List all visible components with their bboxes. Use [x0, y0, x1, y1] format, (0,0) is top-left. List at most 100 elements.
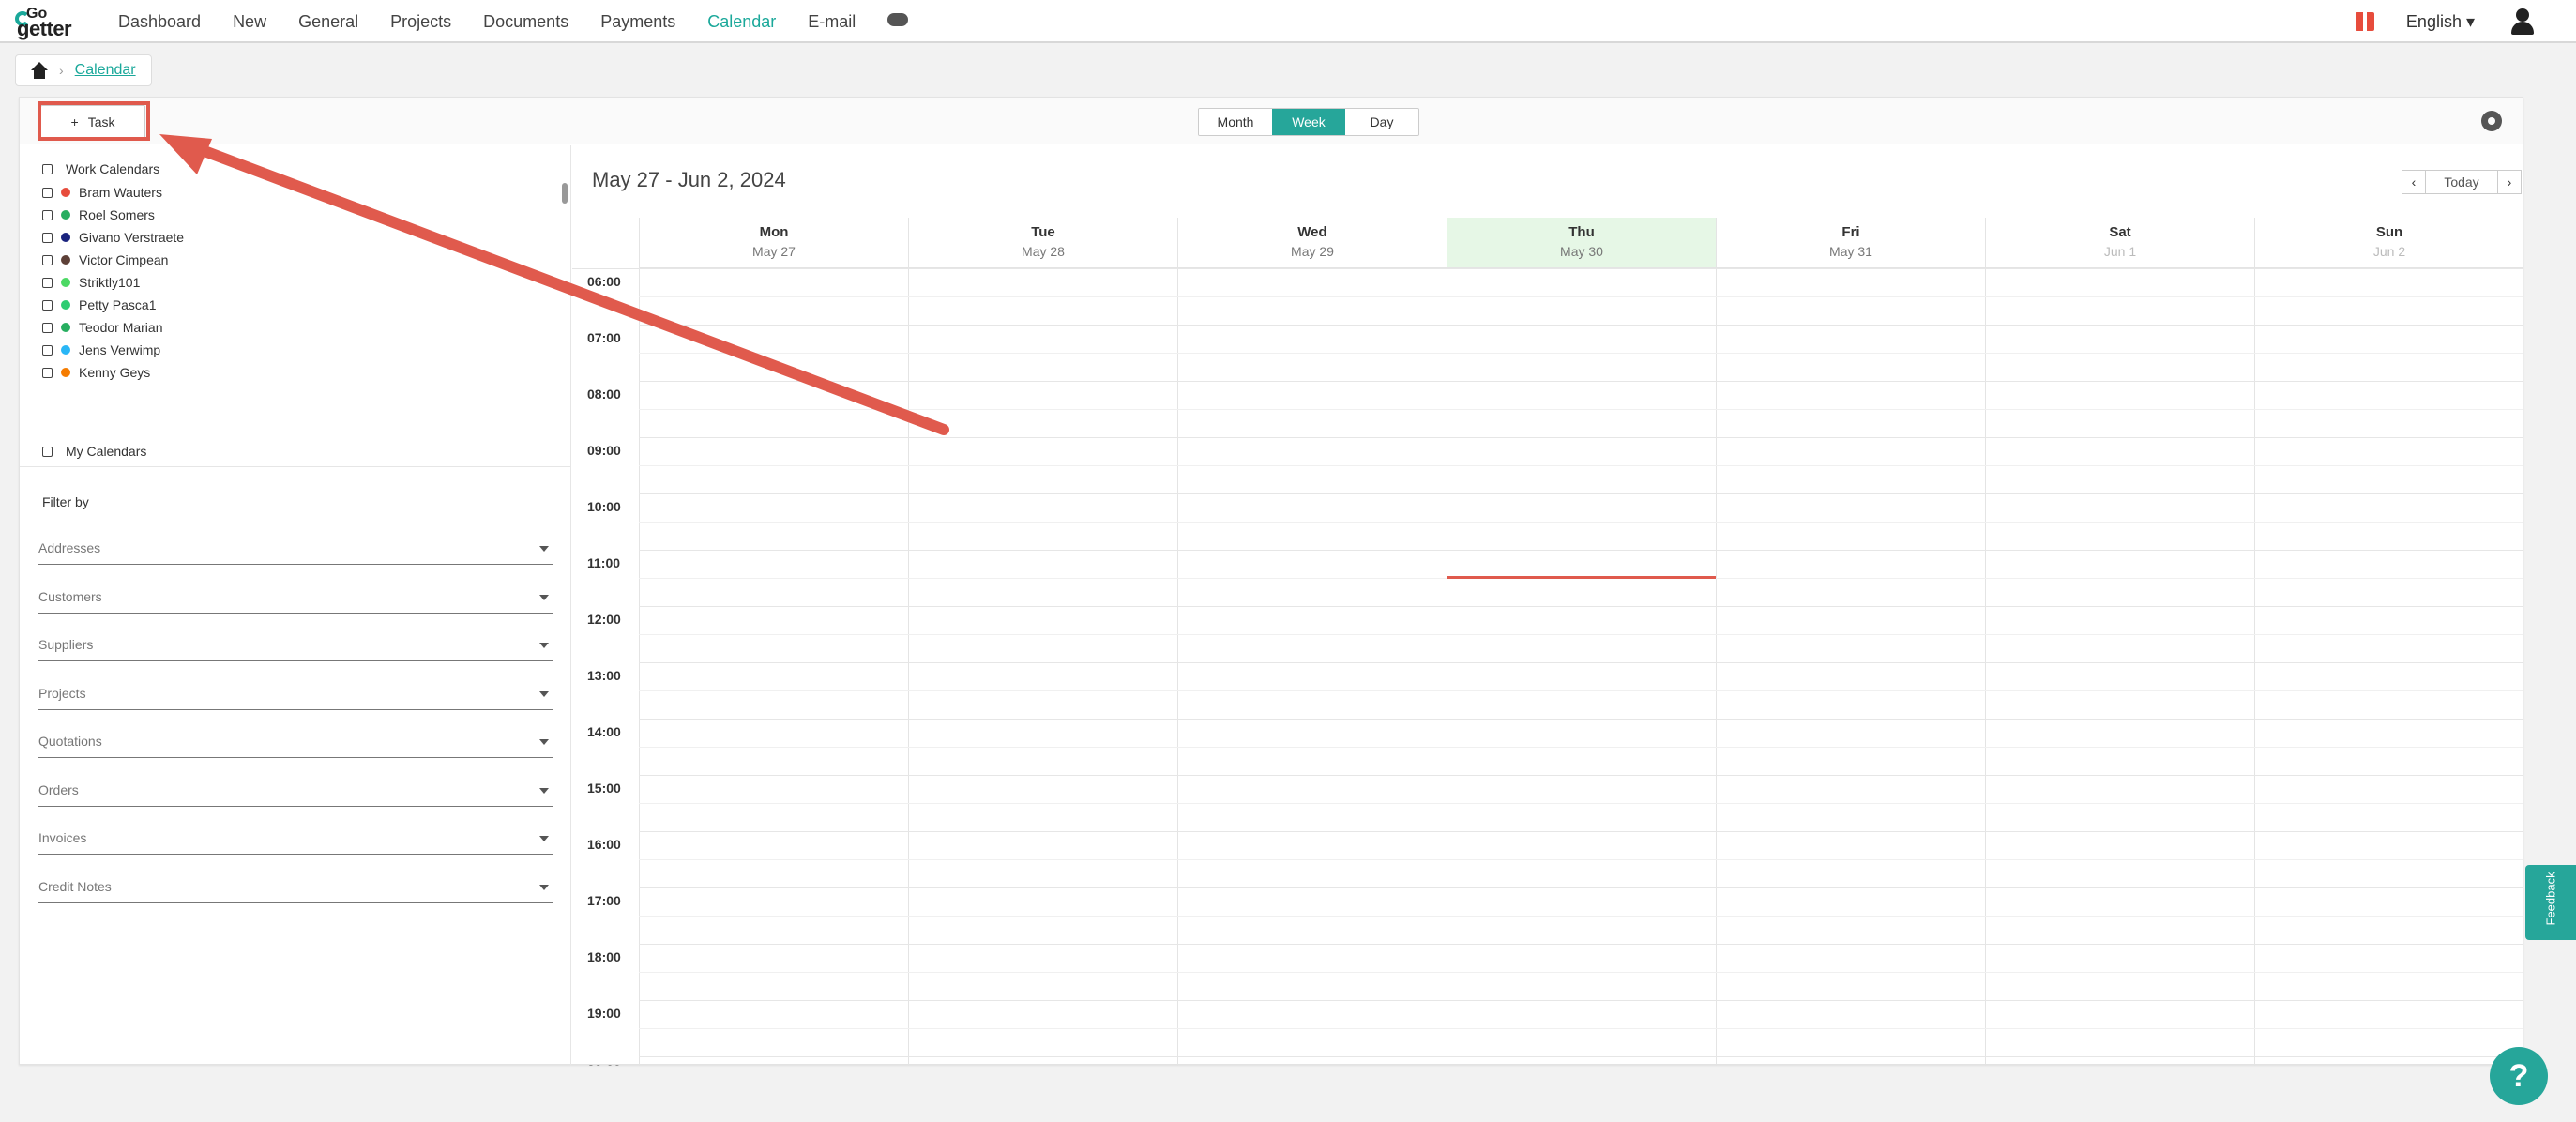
calendar-checkbox[interactable]	[42, 187, 53, 198]
day-header[interactable]: Thu May 30	[1447, 218, 1716, 268]
calendar-checkbox[interactable]	[42, 344, 53, 356]
time-label: 06:00	[587, 274, 621, 289]
calendar-list-item[interactable]: Roel Somers	[42, 205, 155, 224]
cloud-icon[interactable]	[887, 13, 909, 26]
view-month-button[interactable]: Month	[1199, 109, 1272, 135]
hour-gridline	[639, 550, 2523, 551]
sidebar-divider	[20, 466, 571, 467]
calendar-list-item[interactable]: Victor Cimpean	[42, 250, 168, 269]
day-column[interactable]	[1447, 268, 1716, 1066]
filter-dropdown[interactable]: Orders	[38, 781, 553, 807]
my-calendars-label: My Calendars	[66, 444, 147, 459]
hour-gridline	[639, 1000, 2523, 1001]
calendar-color-dot	[61, 278, 70, 287]
day-header[interactable]: Wed May 29	[1177, 218, 1447, 268]
calendar-checkbox[interactable]	[42, 254, 53, 265]
day-header[interactable]: Tue May 28	[908, 218, 1177, 268]
top-navigation: Go getter Dashboard New General Projects…	[0, 0, 2576, 43]
my-calendars-checkbox[interactable]	[42, 446, 53, 457]
calendar-checkbox[interactable]	[42, 322, 53, 333]
caret-down-icon	[539, 546, 549, 552]
nav-new[interactable]: New	[233, 12, 266, 32]
language-dropdown[interactable]: English ▾	[2406, 12, 2475, 32]
breadcrumb-calendar[interactable]: Calendar	[75, 62, 136, 79]
filter-dropdown[interactable]: Customers	[38, 587, 553, 614]
day-column[interactable]	[1177, 268, 1447, 1066]
calendar-toolbar: + Task Month Week Day	[20, 98, 2523, 144]
calendar-list-item[interactable]: Kenny Geys	[42, 363, 150, 382]
nav-payments[interactable]: Payments	[600, 12, 675, 32]
filter-label: Credit Notes	[38, 878, 112, 894]
calendar-checkbox[interactable]	[42, 277, 53, 288]
nav-general[interactable]: General	[298, 12, 358, 32]
time-label: 10:00	[587, 499, 621, 514]
today-button[interactable]: Today	[2426, 170, 2497, 194]
my-calendars-header[interactable]: My Calendars	[42, 444, 146, 459]
week-calendar: May 27 - Jun 2, 2024 ‹ Today › Mon May 27…	[572, 145, 2523, 1066]
day-header[interactable]: Fri May 31	[1716, 218, 1985, 268]
calendar-name: Givano Verstraete	[79, 230, 185, 245]
view-week-button[interactable]: Week	[1272, 109, 1345, 135]
nav-email[interactable]: E-mail	[808, 12, 856, 32]
nav-documents[interactable]: Documents	[483, 12, 568, 32]
gogetter-logo[interactable]: Go getter	[15, 6, 88, 40]
calendar-list-item[interactable]: Teodor Marian	[42, 318, 163, 337]
filter-dropdown[interactable]: Credit Notes	[38, 877, 553, 903]
filter-dropdown[interactable]: Invoices	[38, 828, 553, 855]
filter-by-label: Filter by	[42, 494, 89, 509]
help-button[interactable]: ?	[2490, 1047, 2548, 1105]
day-column[interactable]	[1985, 268, 2254, 1066]
logo-text-bottom: getter	[17, 17, 72, 40]
caret-down-icon	[539, 787, 549, 794]
caret-down-icon	[539, 836, 549, 842]
view-day-button[interactable]: Day	[1345, 109, 1418, 135]
calendar-list-item[interactable]: Striktly101	[42, 273, 140, 292]
half-hour-gridline	[639, 747, 2523, 748]
day-header[interactable]: Sat Jun 1	[1985, 218, 2254, 268]
calendar-list-item[interactable]: Bram Wauters	[42, 183, 162, 202]
filter-dropdown[interactable]: Suppliers	[38, 635, 553, 661]
gift-icon[interactable]	[2355, 12, 2374, 31]
caret-down-icon	[539, 643, 549, 648]
filter-dropdown[interactable]: Projects	[38, 684, 553, 710]
calendar-list-item[interactable]: Givano Verstraete	[42, 228, 184, 247]
day-column[interactable]	[2254, 268, 2523, 1066]
day-header[interactable]: Mon May 27	[639, 218, 908, 268]
work-calendars-checkbox[interactable]	[42, 163, 53, 174]
calendar-name: Kenny Geys	[79, 365, 151, 380]
half-hour-gridline	[639, 409, 2523, 410]
day-column[interactable]	[1716, 268, 1985, 1066]
chevron-left-icon[interactable]: ‹	[2402, 170, 2426, 194]
calendar-color-dot	[61, 233, 70, 242]
day-name: Thu	[1568, 224, 1595, 240]
calendar-name: Jens Verwimp	[79, 342, 161, 357]
user-icon[interactable]	[2510, 8, 2535, 35]
day-header[interactable]: Sun Jun 2	[2254, 218, 2523, 268]
calendar-checkbox[interactable]	[42, 299, 53, 311]
day-column[interactable]	[908, 268, 1177, 1066]
hour-gridline	[639, 606, 2523, 607]
day-column[interactable]	[639, 268, 908, 1066]
gear-icon[interactable]	[2481, 111, 2502, 131]
calendar-checkbox[interactable]	[42, 232, 53, 243]
feedback-tab[interactable]: Feedback	[2525, 865, 2576, 940]
nav-projects[interactable]: Projects	[390, 12, 451, 32]
calendar-list-item[interactable]: Petty Pasca1	[42, 296, 157, 314]
day-date: May 27	[752, 244, 796, 259]
calendar-list-item[interactable]: Steven Podevyn	[42, 386, 174, 387]
calendar-checkbox[interactable]	[42, 209, 53, 220]
nav-dashboard[interactable]: Dashboard	[118, 12, 201, 32]
calendar-list-scrollbar[interactable]	[562, 183, 568, 204]
chevron-right-icon[interactable]: ›	[2497, 170, 2522, 194]
nav-calendar[interactable]: Calendar	[707, 12, 776, 32]
calendar-color-dot	[61, 345, 70, 355]
day-date: May 30	[1560, 244, 1603, 259]
day-name: Sun	[2375, 224, 2403, 240]
time-label: 14:00	[587, 724, 621, 739]
calendar-list-item[interactable]: Jens Verwimp	[42, 341, 160, 359]
filter-dropdown[interactable]: Quotations	[38, 732, 553, 758]
main-menu: Dashboard New General Projects Documents…	[118, 0, 909, 43]
calendar-checkbox[interactable]	[42, 367, 53, 378]
filter-dropdown[interactable]: Addresses	[38, 538, 553, 565]
home-icon[interactable]	[31, 62, 48, 79]
